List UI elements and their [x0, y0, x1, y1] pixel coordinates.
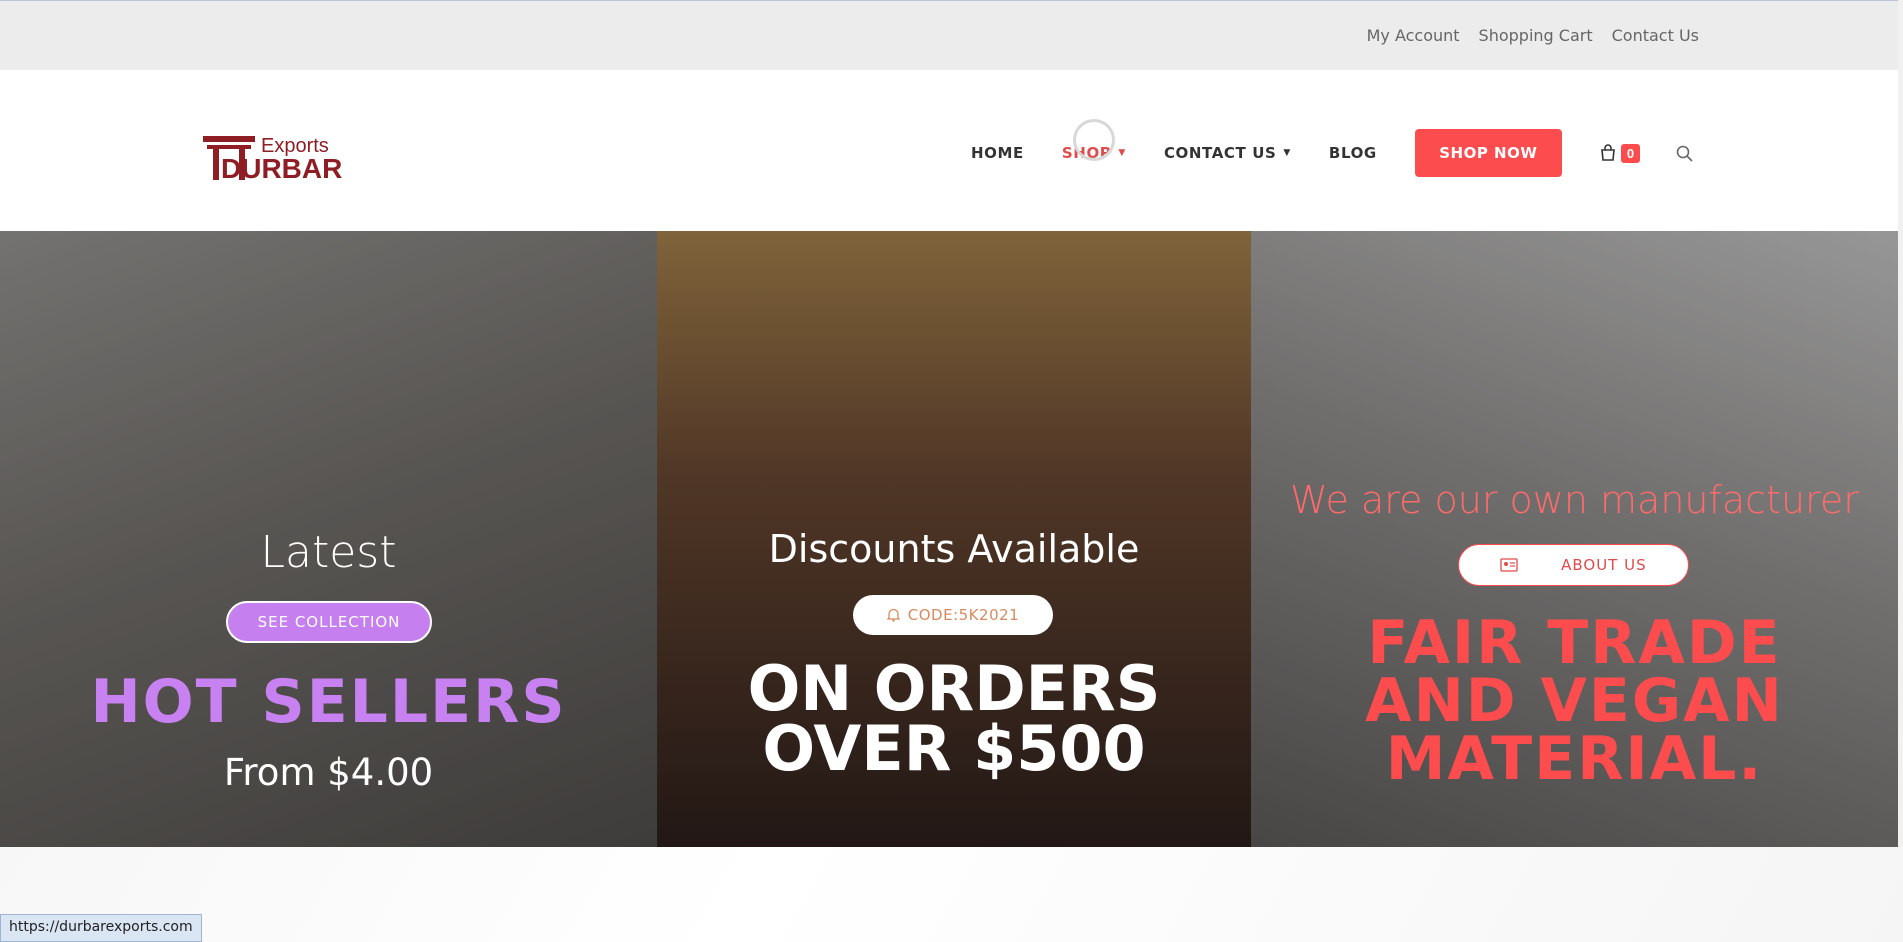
- latest-heading: Latest: [260, 527, 397, 578]
- scrollbar[interactable]: [1898, 0, 1903, 847]
- nav-blog-label: BLOG: [1328, 144, 1377, 162]
- cart-count-badge: 0: [1620, 143, 1641, 163]
- about-us-label: ABOUT US: [1561, 556, 1647, 574]
- nav-home-label: HOME: [971, 144, 1024, 162]
- contact-us-link[interactable]: Contact Us: [1612, 26, 1699, 45]
- fair-trade-headline: FAIR TRADE AND VEGAN MATERIAL.: [1251, 608, 1898, 794]
- my-account-link[interactable]: My Account: [1367, 26, 1460, 45]
- hero-panel-discounts[interactable]: Discounts Available CODE:5K2021 ON ORDER…: [657, 231, 1251, 847]
- hero-banner: Latest SEE COLLECTION HOT SELLERS From $…: [0, 231, 1898, 847]
- hero-panel-manufacturer[interactable]: We are our own manufacturer ABOUT US FAI…: [1251, 231, 1898, 847]
- fair-line-1: FAIR TRADE: [1367, 608, 1782, 678]
- nav-home[interactable]: HOME: [971, 144, 1024, 162]
- top-links: My Account Shopping Cart Contact Us: [1367, 26, 1699, 45]
- shopping-bag-icon: [1600, 144, 1615, 161]
- top-bar: My Account Shopping Cart Contact Us: [0, 0, 1903, 70]
- shop-now-button[interactable]: SHOP NOW: [1414, 129, 1562, 177]
- see-collection-button[interactable]: SEE COLLECTION: [226, 601, 432, 643]
- shopping-cart-link[interactable]: Shopping Cart: [1479, 26, 1593, 45]
- cart-button[interactable]: 0: [1599, 143, 1641, 163]
- hero-panel-latest[interactable]: Latest SEE COLLECTION HOT SELLERS From $…: [0, 231, 657, 847]
- fair-line-2: AND VEGAN: [1365, 666, 1784, 736]
- orders-line-1: ON ORDERS: [747, 652, 1161, 725]
- orders-headline: ON ORDERS OVER $500: [657, 652, 1251, 785]
- id-card-icon: [1500, 558, 1519, 572]
- site-header: Exports DURBAR HOME SHOP ▼ CONTACT US ▼ BL…: [0, 70, 1898, 231]
- code-button[interactable]: CODE:5K2021: [853, 595, 1053, 635]
- price-from: From $4.00: [223, 751, 434, 794]
- bell-icon: [886, 608, 900, 622]
- content-section: [0, 847, 1903, 942]
- status-url: https://durbarexports.com: [0, 914, 202, 942]
- nav-contact-label: CONTACT US: [1163, 144, 1277, 162]
- chevron-down-icon: ▼: [1118, 148, 1126, 158]
- nav-blog[interactable]: BLOG: [1329, 144, 1377, 162]
- search-icon[interactable]: [1676, 145, 1693, 162]
- fair-line-3: MATERIAL.: [1385, 724, 1764, 794]
- code-label: CODE:5K2021: [907, 606, 1020, 624]
- chevron-down-icon: ▼: [1283, 148, 1291, 158]
- discounts-heading: Discounts Available: [768, 527, 1140, 571]
- hot-sellers-headline: HOT SELLERS: [90, 667, 567, 737]
- svg-text:DURBAR: DURBAR: [221, 153, 342, 182]
- manufacturer-heading: We are our own manufacturer: [1290, 478, 1859, 522]
- nav-contact-us[interactable]: CONTACT US ▼: [1164, 144, 1291, 162]
- cursor-indicator: [1073, 119, 1115, 161]
- orders-line-2: OVER $500: [762, 712, 1146, 785]
- durbar-logo[interactable]: Exports DURBAR: [203, 132, 358, 182]
- about-us-button[interactable]: ABOUT US: [1458, 544, 1689, 586]
